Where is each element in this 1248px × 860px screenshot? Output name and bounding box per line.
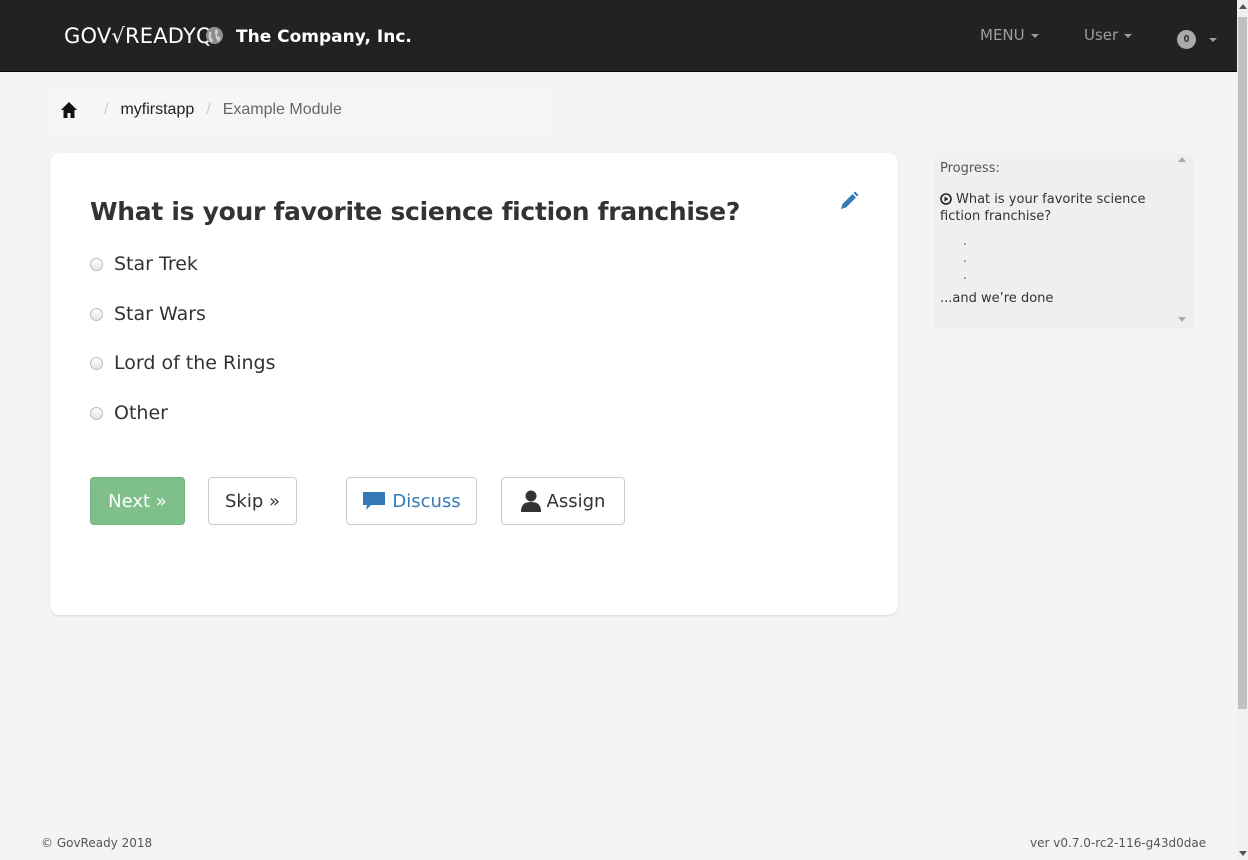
choice-label: Lord of the Rings [114,352,276,374]
menu-dropdown[interactable]: MENU [980,26,1039,44]
choice-label: Star Trek [114,253,198,275]
discuss-button[interactable]: Discuss [346,477,477,525]
progress-panel[interactable]: Progress: What is your favorite science … [935,153,1193,328]
brand-logo[interactable]: GOV√READYQ [64,24,213,48]
assign-button[interactable]: Assign [501,477,625,525]
scrollbar-thumb[interactable] [1238,17,1247,709]
question-card: What is your favorite science fiction fr… [50,153,898,615]
choice-other[interactable]: Other [90,402,168,424]
choice-star-wars[interactable]: Star Wars [90,303,206,325]
chevron-down-icon[interactable] [1209,38,1217,42]
progress-label: Progress: [940,161,1000,176]
choice-lord-of-the-rings[interactable]: Lord of the Rings [90,352,276,374]
play-circle-icon [940,193,952,205]
breadcrumb-separator: / [104,101,109,118]
radio-button[interactable] [90,356,103,370]
choice-star-trek[interactable]: Star Trek [90,253,198,275]
breadcrumb-current-module: Example Module [222,101,342,118]
assign-label: Assign [546,490,606,512]
menu-label: MENU [980,26,1025,44]
choice-label: Other [114,402,168,424]
breadcrumb-app-link[interactable]: myfirstapp [120,101,194,119]
next-button[interactable]: Next » [90,477,185,525]
window-scrollbar[interactable] [1237,0,1248,860]
footer-copyright: © GovReady 2018 [41,836,153,850]
footer-version: ver v0.7.0-rc2-116-g43d0dae [1030,836,1207,850]
organization-name[interactable]: The Company, Inc. [236,27,412,47]
skip-button[interactable]: Skip » [208,477,297,525]
user-dropdown[interactable]: User [1084,26,1133,44]
globe-icon [206,27,223,44]
breadcrumb: / myfirstapp / Example Module [50,88,550,132]
scroll-down-arrow[interactable] [1239,851,1247,856]
panel-scroll-up-arrow[interactable] [1178,157,1186,162]
choice-label: Star Wars [114,303,206,325]
user-icon [520,490,541,512]
radio-button[interactable] [90,406,103,420]
home-icon[interactable] [60,101,78,119]
progress-question-text: What is your favorite science fiction fr… [940,192,1146,224]
progress-done: ...and we’re done [940,291,1054,306]
progress-current-question[interactable]: What is your favorite science fiction fr… [940,191,1172,225]
comment-icon [363,492,386,510]
scroll-up-arrow[interactable] [1239,4,1247,9]
discuss-label: Discuss [392,490,461,512]
pencil-icon[interactable] [839,191,859,211]
progress-ellipsis: ... [963,234,967,282]
chevron-down-icon [1124,33,1133,38]
chevron-down-icon [1030,33,1039,38]
notification-badge[interactable]: 0 [1177,30,1196,49]
top-navbar: GOV√READYQ The Company, Inc. MENU User 0 [0,0,1237,72]
user-label: User [1084,26,1119,44]
radio-button[interactable] [90,307,103,321]
panel-scroll-down-arrow[interactable] [1178,317,1186,322]
question-title: What is your favorite science fiction fr… [90,197,741,226]
radio-button[interactable] [90,257,103,271]
breadcrumb-separator: / [206,101,211,118]
